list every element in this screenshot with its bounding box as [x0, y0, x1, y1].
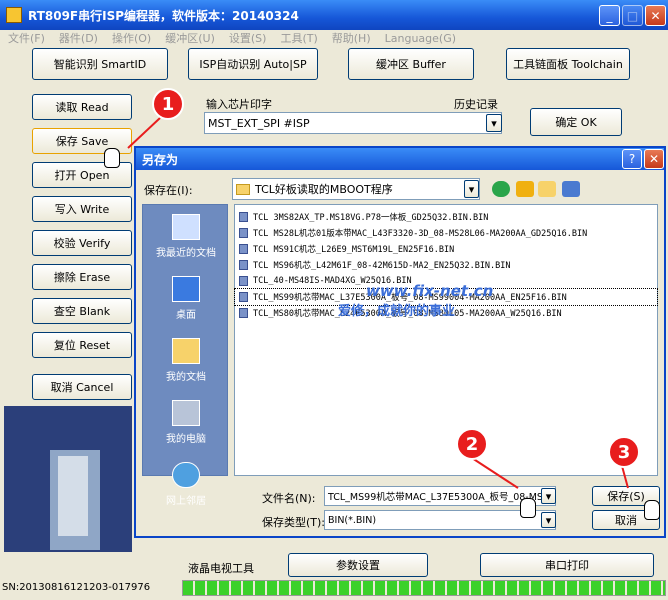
callout-2-arrow: [471, 457, 519, 489]
callout-1-arrow: [127, 117, 161, 149]
hand-cursor-icon: [644, 500, 660, 520]
callout-arrows: [127, 117, 629, 489]
callout-3: 3: [608, 436, 640, 468]
callout-2: 2: [456, 428, 488, 460]
callout-3-arrow: [621, 465, 629, 489]
hand-cursor-icon: [104, 148, 120, 168]
hand-cursor-icon: [520, 498, 536, 518]
callout-1: 1: [152, 88, 184, 120]
